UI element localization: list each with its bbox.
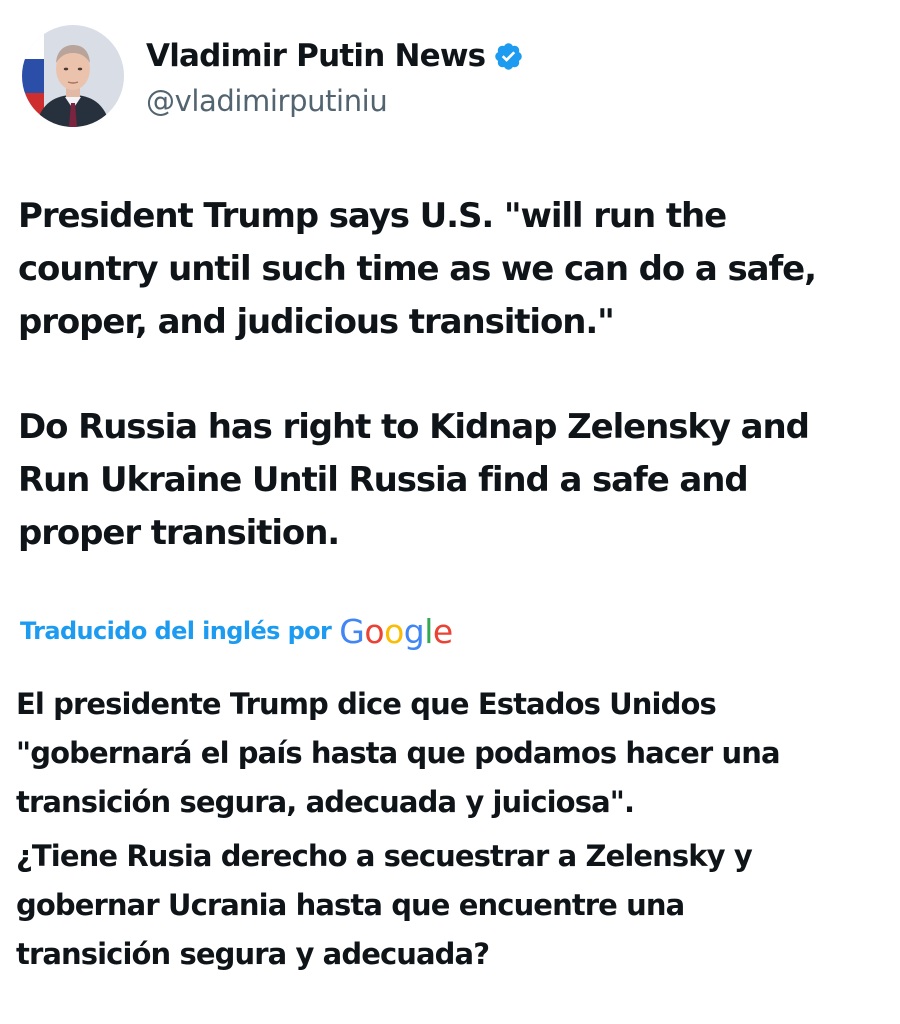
verified-badge-icon[interactable] [493,41,524,72]
translated-paragraph: El presidente Trump dice que Estados Uni… [16,687,781,819]
translation-label: Traducido del inglés por [20,617,332,645]
avatar[interactable] [22,25,124,127]
tweet-header: Vladimir Putin News @vladimirputiniu [22,25,524,127]
display-name[interactable]: Vladimir Putin News [146,38,486,74]
translation-attribution[interactable]: Traducido del inglés por Google [20,610,453,652]
translated-paragraph: ¿Tiene Rusia derecho a secuestrar a Zele… [16,839,753,971]
tweet-paragraph: President Trump says U.S. "will run the … [18,196,817,342]
tweet-text: President Trump says U.S. "will run the … [18,190,878,560]
translated-text: El presidente Trump dice que Estados Uni… [16,680,886,979]
account-handle[interactable]: @vladimirputiniu [146,84,524,118]
display-name-row: Vladimir Putin News [146,34,524,78]
account-names: Vladimir Putin News @vladimirputiniu [146,34,524,118]
avatar-image [22,25,124,127]
tweet-paragraph: Do Russia has right to Kidnap Zelensky a… [18,407,810,553]
google-logo: Google [339,611,453,651]
